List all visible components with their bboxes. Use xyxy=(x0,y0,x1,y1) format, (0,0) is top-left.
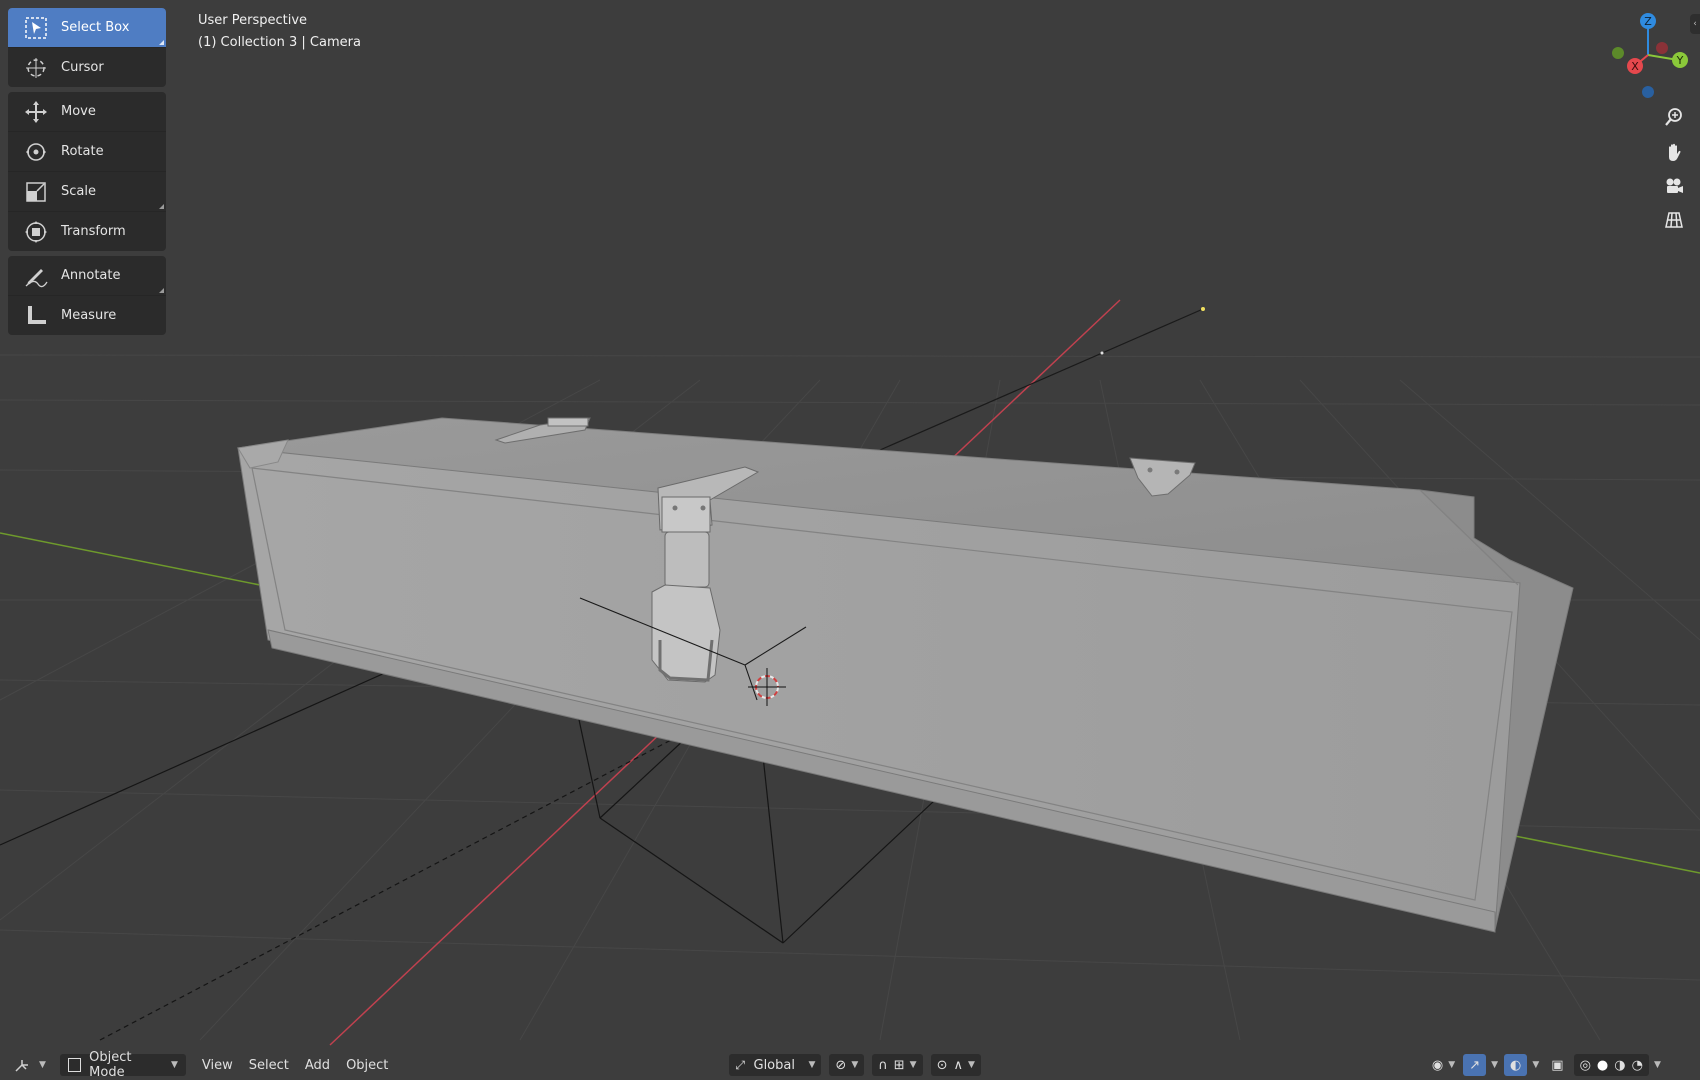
wireframe-shading-icon[interactable]: ◎ xyxy=(1580,1058,1591,1073)
tool-group-transform: Move Rotate Scale Transform xyxy=(8,92,166,251)
object-mode-icon xyxy=(67,1058,82,1072)
annotate-icon xyxy=(23,263,49,289)
svg-text:Y: Y xyxy=(1676,54,1684,67)
gizmo-axis-x[interactable]: X xyxy=(1627,58,1643,74)
tool-group-annotate: Annotate Measure xyxy=(8,256,166,335)
tool-cursor[interactable]: Cursor xyxy=(8,48,166,87)
tool-label-measure: Measure xyxy=(61,308,117,323)
chevron-down-icon: ▼ xyxy=(171,1060,178,1070)
gizmo-arrow-icon: ↗ xyxy=(1469,1057,1481,1073)
pivot-icon: ⊘ xyxy=(835,1057,847,1073)
material-shading-icon[interactable]: ◑ xyxy=(1614,1058,1625,1073)
light-point xyxy=(1201,307,1205,311)
tool-label-move: Move xyxy=(61,104,96,119)
perspective-label: User Perspective xyxy=(198,13,308,28)
camera-view-button[interactable] xyxy=(1660,172,1688,200)
navigation-gizmo[interactable]: Z Y X xyxy=(1598,10,1694,100)
chevron-down-icon[interactable]: ▼ xyxy=(1491,1060,1498,1070)
object-mode-select[interactable]: Object Mode ▼ xyxy=(59,1050,186,1080)
tool-select-box[interactable]: Select Box xyxy=(8,8,166,48)
editor-type-icon xyxy=(15,1060,28,1072)
solid-shading-icon[interactable]: ● xyxy=(1597,1058,1608,1073)
rendered-shading-icon[interactable]: ◔ xyxy=(1632,1058,1643,1073)
transform-orientation-select[interactable]: ⤢ Global ▼ xyxy=(729,1054,822,1076)
menu-select[interactable]: Select xyxy=(241,1054,297,1076)
tool-scale[interactable]: Scale xyxy=(8,172,166,212)
collection-label: (1) Collection 3 | Camera xyxy=(198,35,361,50)
tool-label-cursor: Cursor xyxy=(61,60,104,75)
light-point-2 xyxy=(1100,351,1104,355)
snap-toggle[interactable]: ∩ ⊞ ▼ xyxy=(872,1054,923,1076)
shading-group: ◎ ● ◑ ◔ xyxy=(1573,1054,1649,1076)
tool-label-transform: Transform xyxy=(61,224,126,239)
select-box-icon xyxy=(23,15,49,41)
tool-label-annotate: Annotate xyxy=(61,268,121,283)
sidebar-toggle[interactable]: ‹ xyxy=(1690,14,1700,34)
falloff-icon: ∧ xyxy=(953,1057,963,1073)
grid-ortho-icon xyxy=(1665,212,1683,228)
zoom-icon xyxy=(1665,108,1682,126)
chevron-down-icon: ▼ xyxy=(1448,1060,1456,1070)
3d-viewport[interactable] xyxy=(0,0,1700,1080)
menu-add[interactable]: Add xyxy=(297,1054,338,1076)
proportional-edit-icon: ⊙ xyxy=(936,1057,948,1073)
tool-transform[interactable]: Transform xyxy=(8,212,166,251)
tool-shelf: Select Box Cursor Move Rotate Scale Tran… xyxy=(8,8,166,340)
tool-annotate[interactable]: Annotate xyxy=(8,256,166,296)
chevron-down-icon: ▼ xyxy=(39,1060,46,1070)
pan-button[interactable] xyxy=(1660,138,1688,166)
overlays-toggle[interactable]: ◐ xyxy=(1504,1054,1528,1076)
orientation-label: Global xyxy=(753,1057,795,1073)
move-icon xyxy=(23,99,49,125)
chevron-down-icon[interactable]: ▼ xyxy=(1654,1060,1661,1070)
gizmo-axis-z[interactable]: Z xyxy=(1640,13,1656,29)
tool-group-select: Select Box Cursor xyxy=(8,8,166,87)
tool-move[interactable]: Move xyxy=(8,92,166,132)
svg-text:Z: Z xyxy=(1644,15,1652,28)
mode-label: Object Mode xyxy=(89,1050,132,1080)
cursor-icon xyxy=(23,55,49,81)
viewport-info: User Perspective (1) Collection 3 | Came… xyxy=(198,10,361,54)
snap-target-icon: ⊞ xyxy=(893,1057,905,1073)
tool-rotate[interactable]: Rotate xyxy=(8,132,166,172)
xray-icon: ▣ xyxy=(1551,1057,1564,1073)
transform-icon xyxy=(23,219,49,245)
rotate-icon xyxy=(23,139,49,165)
menu-view[interactable]: View xyxy=(194,1054,241,1076)
visibility-select[interactable]: ◉ ▼ xyxy=(1426,1054,1461,1076)
hand-pan-icon xyxy=(1669,143,1681,161)
chevron-down-icon: ▼ xyxy=(808,1060,816,1070)
tool-label-rotate: Rotate xyxy=(61,144,104,159)
eye-icon: ◉ xyxy=(1431,1057,1444,1073)
pivot-point-select[interactable]: ⊘ ▼ xyxy=(829,1054,865,1076)
chevron-down-icon: ▼ xyxy=(851,1060,859,1070)
gizmo-axis-y[interactable]: Y xyxy=(1672,52,1688,68)
zoom-button[interactable] xyxy=(1660,103,1688,131)
camera-view-icon xyxy=(1666,178,1683,193)
chevron-left-icon: ‹ xyxy=(1693,19,1697,29)
tool-label-select-box: Select Box xyxy=(61,20,130,35)
magnet-icon: ∩ xyxy=(878,1057,888,1073)
overlays-icon: ◐ xyxy=(1510,1057,1522,1073)
tool-label-scale: Scale xyxy=(61,184,96,199)
gizmo-toggle[interactable]: ↗ xyxy=(1463,1054,1487,1076)
chevron-down-icon: ▼ xyxy=(968,1060,975,1070)
chevron-down-icon[interactable]: ▼ xyxy=(1532,1060,1539,1070)
editor-type-button[interactable]: ▼ xyxy=(8,1054,52,1076)
measure-icon xyxy=(23,303,49,329)
tool-measure[interactable]: Measure xyxy=(8,296,166,335)
xray-toggle[interactable]: ▣ xyxy=(1545,1054,1569,1076)
orientation-icon: ⤢ xyxy=(735,1057,746,1072)
menu-object[interactable]: Object xyxy=(338,1054,396,1076)
chevron-down-icon: ▼ xyxy=(909,1060,917,1070)
camera-sightline xyxy=(879,308,1204,451)
proportional-edit-toggle[interactable]: ⊙ ∧ ▼ xyxy=(930,1054,981,1076)
ortho-toggle-button[interactable] xyxy=(1660,206,1688,234)
svg-text:X: X xyxy=(1631,60,1639,73)
scale-icon xyxy=(23,179,49,205)
viewport-header: ▼ Object Mode ▼ View Select Add Object ⤢… xyxy=(0,1050,1700,1080)
